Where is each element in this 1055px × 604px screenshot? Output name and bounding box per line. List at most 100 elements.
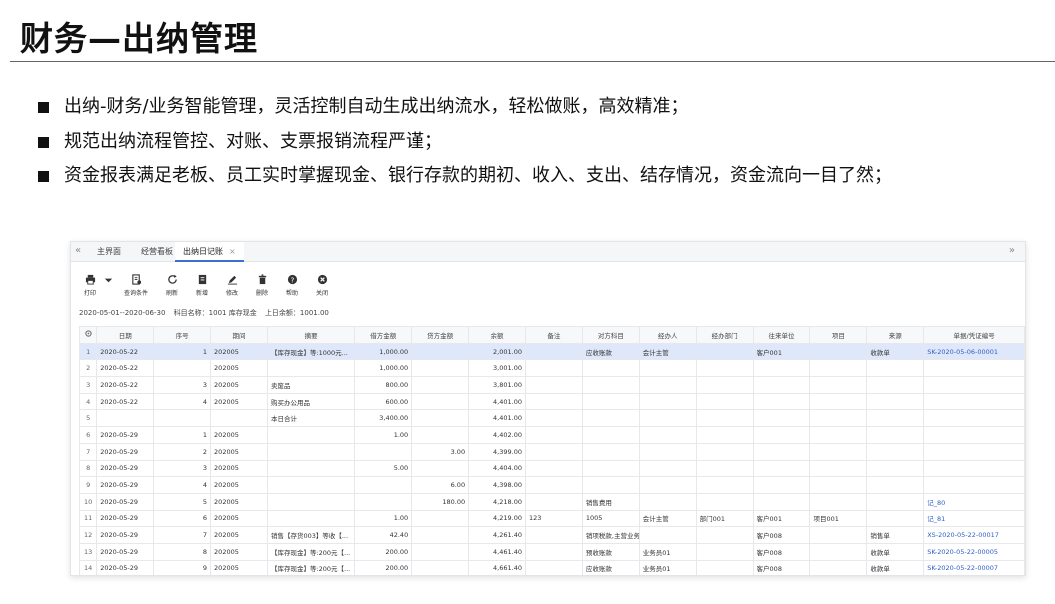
table-row[interactable]: 14 2020-05-29 9 202005 【库存现金】等:200元【... 200.0… [79, 559, 1025, 575]
column-header[interactable]: 余额 [468, 326, 526, 344]
table-cell: 1 [153, 426, 212, 444]
add-button[interactable]: 新增 [189, 274, 215, 297]
table-cell [266, 442, 356, 461]
table-row[interactable]: 2 2020-05-22 202005 1,000.00 3,001.00 [79, 359, 1025, 378]
table-cell [809, 442, 868, 461]
help-button[interactable]: ? 帮助 [279, 274, 305, 297]
table-cell: 202005 [210, 526, 268, 544]
table-cell [866, 376, 925, 394]
close-button[interactable]: 关闭 [309, 274, 335, 297]
table-cell [866, 359, 925, 378]
print-button[interactable]: 打印 [77, 274, 103, 297]
table-cell [581, 376, 640, 394]
table-cell [411, 559, 470, 575]
table-row[interactable]: 1 2020-05-22 1 202005 【库存现金】等:1000元... 1,000.… [79, 342, 1025, 361]
document-link[interactable]: XS-2020-05-22-00017 [923, 526, 1025, 544]
tab-dashboard[interactable]: 经营看板 [133, 242, 181, 262]
table-cell: 项目001 [809, 509, 868, 528]
bullet-text: 规范出纳流程管控、对账、支票报销流程严谨； [64, 130, 442, 152]
table-cell [638, 492, 697, 511]
table-row[interactable]: 13 2020-05-29 8 202005 【库存现金】等:200元【... 200.0… [79, 542, 1025, 561]
table-cell [695, 342, 754, 361]
document-link[interactable]: SK-2020-05-22-00005 [923, 542, 1025, 561]
table-row[interactable]: 8 2020-05-29 3 202005 5.00 4,404.00 [79, 459, 1025, 478]
table-row[interactable]: 11 2020-05-29 6 202005 1.00 4,219.00 123 1005 会计… [79, 509, 1025, 528]
table-cell: 202005 [210, 376, 268, 394]
column-header[interactable]: 借方金额 [354, 326, 413, 344]
column-header[interactable]: 日期 [96, 326, 155, 344]
table-cell: 销售单 [866, 526, 925, 544]
table-cell [695, 409, 754, 428]
table-cell: 【库存现金】等:200元【... [266, 559, 356, 575]
column-header[interactable]: 备注 [524, 326, 583, 344]
square-bullet-icon [38, 102, 49, 113]
refresh-button[interactable]: 刷新 [159, 274, 185, 297]
table-row[interactable]: 6 2020-05-29 1 202005 1.00 4,402.00 [79, 426, 1025, 444]
table-cell [96, 409, 155, 428]
table-cell [752, 476, 811, 494]
column-header[interactable]: 单据/凭证编号 [923, 326, 1025, 344]
table-cell: 业务员01 [638, 559, 697, 575]
table-cell [210, 409, 268, 428]
table-cell: 4 [153, 476, 212, 494]
column-header[interactable]: 摘要 [266, 326, 356, 344]
column-header[interactable]: 往来单位 [752, 326, 811, 344]
column-header[interactable]: 经办部门 [695, 326, 754, 344]
table-cell [524, 476, 583, 494]
document-link[interactable]: SK-2020-05-06-00001 [923, 342, 1025, 361]
document-link[interactable]: SK-2020-05-22-00007 [923, 559, 1025, 575]
edit-button[interactable]: 修改 [219, 274, 245, 297]
column-header[interactable]: 贷方金额 [411, 326, 470, 344]
svg-text:?: ? [290, 275, 294, 284]
table-cell: 202005 [210, 559, 268, 575]
table-cell [524, 376, 583, 394]
table-cell [354, 476, 413, 494]
table-cell: 6 [79, 426, 98, 444]
table-cell [752, 459, 811, 478]
table-cell: 200.00 [354, 559, 413, 575]
table-row[interactable]: 12 2020-05-29 7 202005 销售【存货003】等收【... 42.40 4… [79, 526, 1025, 544]
query-button[interactable]: 查询条件 [123, 274, 149, 297]
table-row[interactable]: 4 2020-05-22 4 202005 购买办公用品 600.00 4,401.00 [79, 392, 1025, 411]
column-header[interactable]: 项目 [809, 326, 868, 344]
column-header[interactable]: 对方科目 [581, 326, 640, 344]
document-link[interactable]: 记_81 [923, 509, 1025, 528]
table-row[interactable]: 5 本日合计 3,400.00 4,401.00 [79, 409, 1025, 428]
table-cell: 4,461.40 [468, 542, 526, 561]
table-cell [153, 359, 212, 378]
table-row[interactable]: 3 2020-05-22 3 202005 卖废品 800.00 3,801.00 [79, 376, 1025, 394]
table-cell [695, 459, 754, 478]
table-row[interactable]: 7 2020-05-29 2 202005 3.00 4,399.00 [79, 442, 1025, 461]
bullet-list: 出纳-财务/业务智能管理，灵活控制自动生成出纳流水，轻松做账，高效精准； 规范出… [36, 90, 1046, 194]
table-cell: 客户001 [752, 509, 811, 528]
column-settings-button[interactable] [79, 326, 98, 344]
table-cell [695, 476, 754, 494]
table-cell [581, 442, 640, 461]
table-cell: 2 [79, 359, 98, 378]
table-row[interactable]: 9 2020-05-29 4 202005 6.00 4,398.00 [79, 476, 1025, 494]
table-cell [752, 492, 811, 511]
table-cell [695, 559, 754, 575]
table-cell: 1,000.00 [354, 359, 413, 378]
table-cell: 202005 [210, 492, 268, 511]
table-cell [695, 526, 754, 544]
column-header[interactable]: 序号 [153, 326, 212, 344]
table-cell: 202005 [210, 542, 268, 561]
tab-cash-journal[interactable]: 出纳日记账 × [175, 242, 244, 262]
table-cell [752, 392, 811, 411]
tab-close-icon[interactable]: × [229, 247, 236, 256]
delete-button[interactable]: 删除 [249, 274, 275, 297]
tab-scroll-right-icon[interactable]: » [1009, 245, 1015, 256]
column-header[interactable]: 来源 [866, 326, 925, 344]
table-cell: 202005 [210, 509, 268, 528]
print-dropdown-button[interactable] [103, 274, 113, 288]
table-row[interactable]: 10 2020-05-29 5 202005 180.00 4,218.00 销售费用 记_8… [79, 492, 1025, 511]
tab-scroll-left-icon[interactable]: « [75, 245, 81, 256]
column-header[interactable]: 期间 [210, 326, 268, 344]
column-header[interactable]: 经办人 [638, 326, 697, 344]
table-cell: 10 [79, 492, 98, 511]
tab-main[interactable]: 主界面 [89, 242, 129, 262]
table-cell: 3 [79, 376, 98, 394]
table-cell [524, 542, 583, 561]
document-link[interactable]: 记_80 [923, 492, 1025, 511]
